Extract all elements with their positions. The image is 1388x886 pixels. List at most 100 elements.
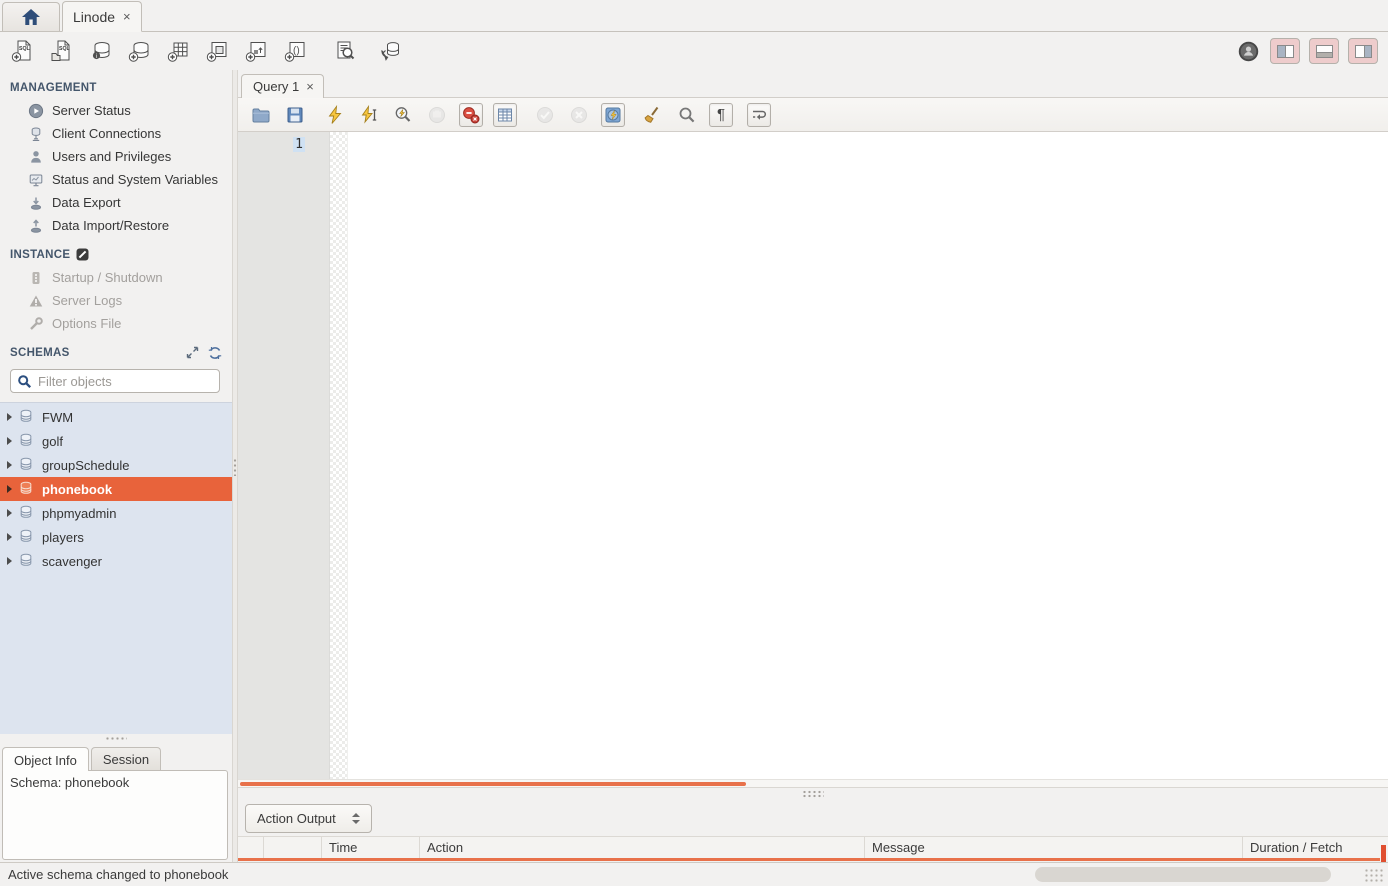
sidebar-splitter[interactable] xyxy=(0,734,232,743)
tab-object-info[interactable]: Object Info xyxy=(2,747,89,771)
editor-horizontal-scrollbar[interactable] xyxy=(238,779,1388,787)
create-schema-button[interactable] xyxy=(127,38,153,64)
user-icon xyxy=(28,149,44,165)
column-header-blank[interactable] xyxy=(238,837,264,858)
schema-row-golf[interactable]: golf xyxy=(0,429,232,453)
query-tab-bar: Query 1 × xyxy=(238,70,1388,97)
expand-arrow-icon[interactable] xyxy=(7,509,12,517)
schema-row-groupschedule[interactable]: groupSchedule xyxy=(0,453,232,477)
column-header-blank[interactable] xyxy=(264,837,322,858)
stop-button[interactable] xyxy=(425,103,449,127)
info-panel-tabs: Object Info Session xyxy=(0,743,232,770)
sql-editor[interactable]: 1 xyxy=(238,132,1388,787)
schema-filter-box[interactable] xyxy=(10,369,220,393)
schema-icon xyxy=(19,481,35,497)
reconnect-database-button[interactable] xyxy=(377,38,403,64)
new-sql-tab-button[interactable]: SQL xyxy=(10,38,36,64)
schema-inspector-button[interactable]: i xyxy=(88,38,114,64)
expand-arrow-icon[interactable] xyxy=(7,461,12,469)
schema-row-scavenger[interactable]: scavenger xyxy=(0,549,232,573)
sidebar-item-server-status[interactable]: Server Status xyxy=(0,99,232,122)
output-view-selector-label: Action Output xyxy=(257,811,336,826)
window-resize-grip[interactable] xyxy=(1364,868,1384,882)
column-header-action[interactable]: Action xyxy=(420,837,865,858)
limit-rows-button[interactable] xyxy=(493,103,517,127)
tab-connection[interactable]: Linode × xyxy=(62,1,142,32)
sidebar-item-data-export[interactable]: Data Export xyxy=(0,191,232,214)
create-procedure-button[interactable] xyxy=(244,38,270,64)
expand-all-icon[interactable] xyxy=(186,346,199,359)
execute-button[interactable] xyxy=(323,103,347,127)
schema-name: FWM xyxy=(42,410,73,425)
schema-row-players[interactable]: players xyxy=(0,525,232,549)
sidebar-item-options-file[interactable]: Options File xyxy=(0,312,232,335)
sidebar-item-status-system-variables[interactable]: Status and System Variables xyxy=(0,168,232,191)
close-icon[interactable]: × xyxy=(123,9,131,24)
commit-button[interactable] xyxy=(533,103,557,127)
editor-canvas[interactable] xyxy=(348,132,1388,787)
output-vertical-scrollbar-thumb[interactable] xyxy=(1381,845,1386,862)
save-script-button[interactable] xyxy=(283,103,307,127)
search-data-button[interactable] xyxy=(332,38,358,64)
show-invisibles-button[interactable]: ¶ xyxy=(709,103,733,127)
create-function-button[interactable]: () xyxy=(283,38,309,64)
column-header-message[interactable]: Message xyxy=(865,837,1243,858)
toggle-right-panel-button[interactable] xyxy=(1348,38,1378,64)
create-view-button[interactable] xyxy=(205,38,231,64)
toggle-autocommit-button[interactable] xyxy=(601,103,625,127)
tab-query-1[interactable]: Query 1 × xyxy=(241,74,324,98)
schema-name: golf xyxy=(42,434,63,449)
search-icon xyxy=(17,374,32,389)
status-bar: Active schema changed to phonebook xyxy=(0,862,1388,886)
create-table-button[interactable] xyxy=(166,38,192,64)
sidebar-item-startup-shutdown[interactable]: Startup / Shutdown xyxy=(0,266,232,289)
toggle-stop-on-error-button[interactable] xyxy=(459,103,483,127)
toggle-left-panel-button[interactable] xyxy=(1270,38,1300,64)
wrap-text-button[interactable] xyxy=(747,103,771,127)
schema-filter-input[interactable] xyxy=(38,374,213,389)
tab-session[interactable]: Session xyxy=(91,747,161,770)
home-icon xyxy=(20,7,42,27)
schema-row-fwm[interactable]: FWM xyxy=(0,405,232,429)
editor-output-splitter[interactable] xyxy=(238,787,1388,800)
management-section-title: MANAGEMENT xyxy=(0,70,232,99)
sidebar-item-label: Users and Privileges xyxy=(52,149,171,164)
svg-text:SQL: SQL xyxy=(59,46,70,52)
server-logs-icon xyxy=(28,293,44,309)
output-horizontal-scrollbar-thumb[interactable] xyxy=(1035,867,1331,882)
toggle-bottom-panel-button[interactable] xyxy=(1309,38,1339,64)
data-export-icon xyxy=(28,195,44,211)
main-panel: Query 1 × xyxy=(238,70,1388,862)
editor-horizontal-scrollbar-thumb[interactable] xyxy=(240,782,746,786)
expand-arrow-icon[interactable] xyxy=(7,557,12,565)
remote-management-badge-icon xyxy=(76,248,89,261)
expand-arrow-icon[interactable] xyxy=(7,485,12,493)
beautify-button[interactable] xyxy=(641,103,665,127)
open-sql-script-button[interactable]: SQL xyxy=(49,38,75,64)
column-header-duration-fetch[interactable]: Duration / Fetch xyxy=(1243,837,1388,858)
output-toolbar: Action Output xyxy=(238,800,1388,836)
find-button[interactable] xyxy=(675,103,699,127)
column-header-time[interactable]: Time xyxy=(322,837,420,858)
expand-arrow-icon[interactable] xyxy=(7,533,12,541)
output-view-selector[interactable]: Action Output xyxy=(245,804,372,833)
sidebar-item-client-connections[interactable]: Client Connections xyxy=(0,122,232,145)
schema-name: scavenger xyxy=(42,554,102,569)
close-icon[interactable]: × xyxy=(306,79,314,94)
refresh-schemas-icon[interactable] xyxy=(208,346,222,360)
open-script-button[interactable] xyxy=(249,103,273,127)
expand-arrow-icon[interactable] xyxy=(7,437,12,445)
sidebar-item-server-logs[interactable]: Server Logs xyxy=(0,289,232,312)
schema-row-phpmyadmin[interactable]: phpmyadmin xyxy=(0,501,232,525)
sidebar-item-label: Status and System Variables xyxy=(52,172,218,187)
sidebar-item-users-privileges[interactable]: Users and Privileges xyxy=(0,145,232,168)
sidebar-item-data-import[interactable]: Data Import/Restore xyxy=(0,214,232,237)
tab-home[interactable] xyxy=(2,2,60,31)
user-account-icon[interactable] xyxy=(1235,38,1261,64)
schema-row-phonebook[interactable]: phonebook xyxy=(0,477,232,501)
expand-arrow-icon[interactable] xyxy=(7,413,12,421)
rollback-button[interactable] xyxy=(567,103,591,127)
connection-tab-label: Linode xyxy=(73,9,115,25)
execute-current-statement-button[interactable] xyxy=(357,103,381,127)
explain-button[interactable] xyxy=(391,103,415,127)
